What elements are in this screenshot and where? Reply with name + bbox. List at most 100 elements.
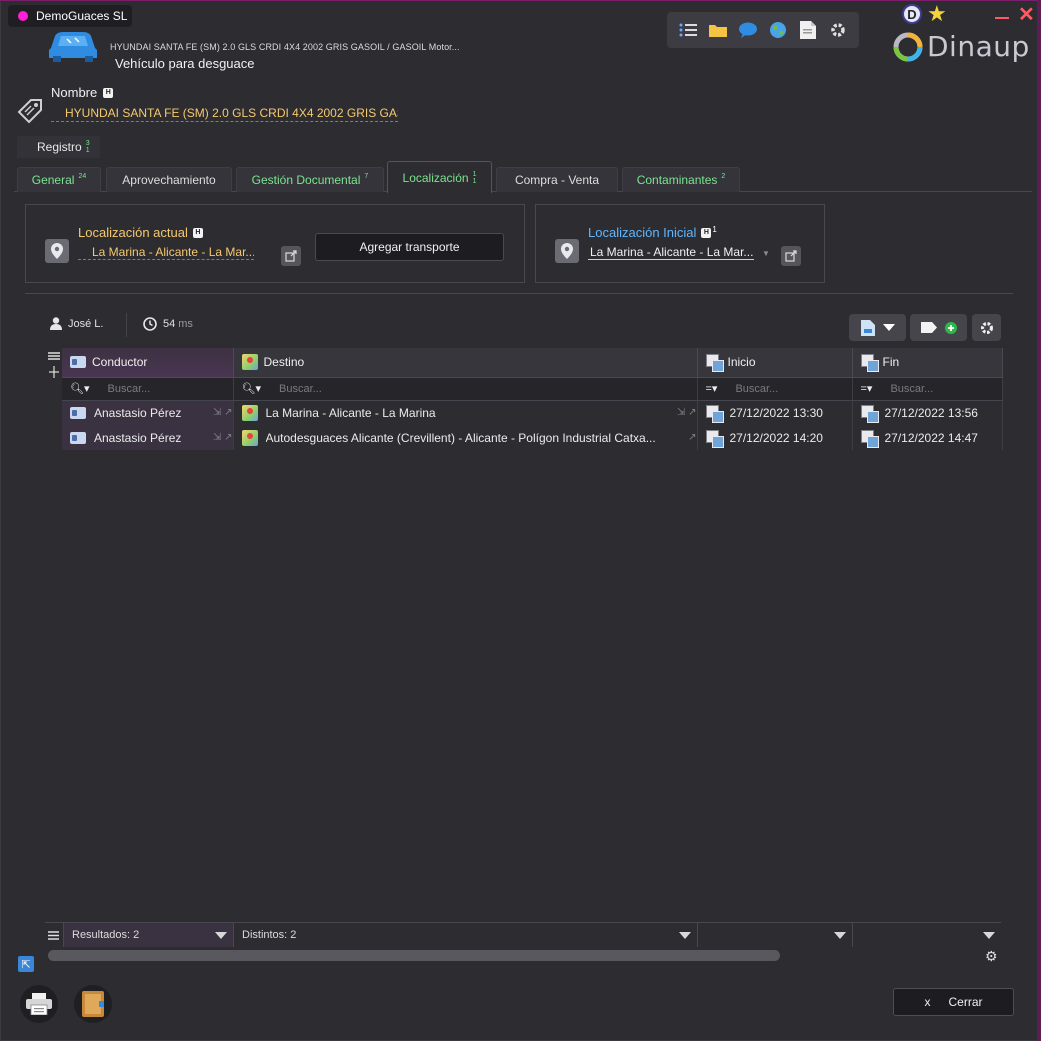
tab-compra-venta[interactable]: Compra - Venta bbox=[496, 167, 618, 192]
company-tab[interactable]: DemoGuaces SL bbox=[8, 5, 132, 27]
cell-fin[interactable]: 27/12/2022 14:47 bbox=[852, 425, 1003, 450]
filter-destino-placeholder: Buscar... bbox=[279, 382, 322, 395]
grid-user-info: José L. bbox=[50, 317, 103, 330]
column-chooser-icon[interactable] bbox=[47, 350, 61, 380]
column-header-conductor[interactable]: Conductor bbox=[62, 348, 234, 378]
tab-localizacion-count: 1 1 bbox=[473, 171, 477, 185]
location-pin-icon bbox=[555, 239, 579, 263]
open-external-icon[interactable] bbox=[781, 246, 801, 266]
map-icon bbox=[241, 354, 258, 371]
print-button[interactable] bbox=[20, 985, 58, 1023]
column-header-inicio-label: Inicio bbox=[727, 355, 756, 370]
cell-conductor-text: Anastasio Pérez bbox=[94, 405, 182, 420]
clock-icon bbox=[143, 317, 157, 331]
link-external-icon[interactable]: ⇲ ↗ bbox=[213, 432, 232, 443]
cell-inicio[interactable]: 27/12/2022 13:30 bbox=[697, 400, 853, 425]
table-row[interactable]: Anastasio Pérez ⇲ ↗ Autodesguaces Alicant… bbox=[62, 425, 1003, 450]
open-external-icon[interactable] bbox=[281, 246, 301, 266]
favorite-star-icon[interactable]: ★ bbox=[927, 1, 947, 27]
add-tag-button[interactable] bbox=[910, 314, 967, 341]
loc-actual-history-badge[interactable]: H bbox=[192, 227, 203, 238]
cell-fin-text: 27/12/2022 14:47 bbox=[884, 430, 978, 445]
folder-icon[interactable] bbox=[708, 20, 728, 40]
dropdown-arrow-icon[interactable]: ▼ bbox=[762, 249, 770, 258]
history-badge[interactable]: H bbox=[103, 87, 114, 98]
settings-gear-icon[interactable] bbox=[828, 20, 848, 40]
company-name: DemoGuaces SL bbox=[36, 9, 128, 23]
loc-inicial-field[interactable]: La Marina - Alicante - La Mar... bbox=[588, 245, 754, 260]
tab-registro[interactable]: Registro 3 1 bbox=[17, 136, 100, 158]
table-row[interactable]: Anastasio Pérez ⇲ ↗ La Marina - Alicante … bbox=[62, 400, 1003, 425]
globe-icon[interactable] bbox=[768, 20, 788, 40]
cell-destino[interactable]: Autodesguaces Alicante (Crevillent) - Al… bbox=[233, 425, 698, 450]
nombre-field[interactable]: HYUNDAI SANTA FE (SM) 2.0 GLS CRDI 4X4 2… bbox=[51, 106, 398, 122]
id-card-icon bbox=[70, 431, 86, 444]
tab-localizacion[interactable]: Localización 1 1 bbox=[387, 161, 492, 193]
horizontal-scrollbar[interactable] bbox=[48, 950, 780, 961]
summary-menu-icon[interactable] bbox=[45, 923, 64, 947]
window-close-icon[interactable]: ✕ bbox=[1018, 2, 1035, 27]
tab-registro-label: Registro bbox=[37, 140, 82, 154]
cell-conductor[interactable]: Anastasio Pérez ⇲ ↗ bbox=[62, 400, 234, 425]
tab-gestion-documental-label: Gestión Documental bbox=[251, 173, 361, 187]
link-external-icon[interactable]: ⇲ ↗ bbox=[213, 407, 232, 418]
summary-distintos[interactable]: Distintos: 2 bbox=[234, 923, 698, 947]
agregar-transporte-button[interactable]: Agregar transporte bbox=[315, 233, 504, 261]
filter-inicio-placeholder: Buscar... bbox=[735, 382, 779, 395]
document-icon[interactable] bbox=[798, 20, 818, 40]
chevron-down-icon bbox=[983, 931, 995, 939]
summary-inicio[interactable] bbox=[698, 923, 853, 947]
grid-time-value: 54 bbox=[163, 318, 176, 330]
cell-destino-text: Autodesguaces Alicante (Crevillent) - Al… bbox=[265, 430, 656, 445]
filter-conductor[interactable]: 🔍︎▾ Buscar... bbox=[62, 377, 234, 401]
loc-inicial-badge-count: 1 bbox=[712, 225, 717, 234]
filter-fin[interactable]: =▾ Buscar... bbox=[852, 377, 1003, 401]
filter-inicio[interactable]: =▾ Buscar... bbox=[697, 377, 853, 401]
grid-timer-info: 54 ms bbox=[143, 317, 193, 331]
loc-actual-panel: Localización actual H La Marina - Alican… bbox=[25, 204, 525, 283]
cell-fin[interactable]: 27/12/2022 13:56 bbox=[852, 400, 1003, 425]
grid-settings-button[interactable] bbox=[972, 314, 1001, 341]
footer-settings-icon[interactable]: ⚙ bbox=[985, 948, 998, 965]
summary-resultados[interactable]: Resultados: 2 bbox=[64, 923, 234, 947]
tab-contaminantes[interactable]: Contaminantes 2 bbox=[622, 167, 740, 192]
tab-aprovechamiento[interactable]: Aprovechamiento bbox=[106, 167, 232, 192]
equals-filter-icon: =▾ bbox=[860, 383, 873, 395]
notebook-button[interactable] bbox=[74, 985, 112, 1023]
minimize-icon[interactable] bbox=[995, 17, 1009, 19]
summary-fin[interactable] bbox=[853, 923, 1001, 947]
chat-icon[interactable] bbox=[738, 20, 758, 40]
link-external-icon[interactable]: ↗ bbox=[688, 432, 696, 443]
vehicle-type: Vehículo para desguace bbox=[115, 56, 255, 71]
tag-label-icon bbox=[920, 322, 937, 333]
grid-user-name: José L. bbox=[68, 317, 104, 330]
id-card-icon bbox=[70, 356, 86, 369]
tab-registro-count: 3 1 bbox=[86, 140, 90, 154]
cerrar-button[interactable]: x Cerrar bbox=[893, 988, 1014, 1016]
link-external-icon[interactable]: ⇲ ↗ bbox=[677, 407, 696, 418]
expand-window-icon[interactable]: ⇱ bbox=[18, 956, 34, 972]
column-header-inicio[interactable]: Inicio bbox=[697, 348, 853, 378]
tab-aprovechamiento-label: Aprovechamiento bbox=[122, 173, 216, 187]
close-x-icon: x bbox=[924, 995, 931, 1009]
tab-compra-venta-label: Compra - Venta bbox=[514, 173, 600, 187]
loc-inicial-label: Localización Inicial H 1 bbox=[588, 225, 717, 240]
user-avatar-badge[interactable]: D bbox=[902, 4, 922, 24]
cerrar-button-label: Cerrar bbox=[948, 995, 983, 1009]
tab-gestion-documental[interactable]: Gestión Documental 7 bbox=[236, 167, 384, 192]
tab-general[interactable]: General 24 bbox=[17, 167, 101, 192]
company-dot-icon bbox=[18, 11, 28, 21]
loc-inicial-history-badge[interactable]: H bbox=[701, 227, 712, 238]
cell-destino[interactable]: La Marina - Alicante - La Marina ⇲ ↗ bbox=[233, 400, 698, 425]
column-header-fin[interactable]: Fin bbox=[852, 348, 1003, 378]
loc-actual-field[interactable]: La Marina - Alicante - La Mar... bbox=[78, 245, 254, 260]
column-header-destino[interactable]: Destino bbox=[233, 348, 698, 378]
list-icon[interactable] bbox=[678, 20, 698, 40]
cell-conductor[interactable]: Anastasio Pérez ⇲ ↗ bbox=[62, 425, 234, 450]
export-button[interactable] bbox=[849, 314, 906, 341]
map-icon bbox=[241, 429, 258, 446]
filter-destino[interactable]: 🔍︎▾ Buscar... bbox=[233, 377, 698, 401]
car-icon bbox=[49, 32, 97, 62]
cell-inicio[interactable]: 27/12/2022 14:20 bbox=[697, 425, 853, 450]
tab-gestion-documental-count: 7 bbox=[364, 173, 369, 180]
